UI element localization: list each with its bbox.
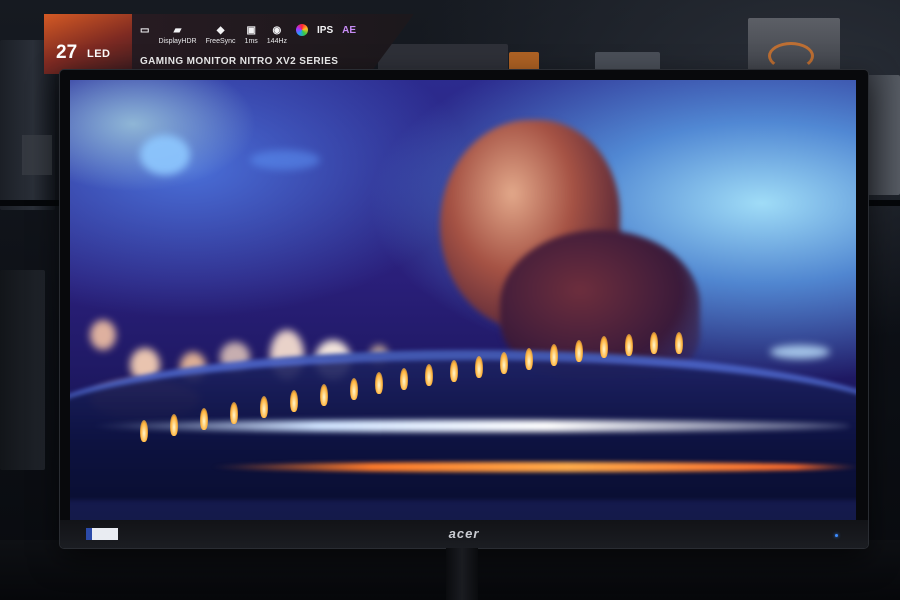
stage-orange-stripe bbox=[210, 462, 856, 472]
flame-light bbox=[290, 390, 298, 412]
flame-light bbox=[575, 340, 583, 362]
flame-light bbox=[425, 364, 433, 386]
monitor-stand bbox=[446, 548, 478, 600]
flame-light bbox=[375, 372, 383, 394]
displayhdr-icon: ▰ DisplayHDR bbox=[158, 25, 197, 45]
banner-led-label: LED bbox=[87, 48, 111, 60]
monitor-bezel: acer bbox=[60, 520, 868, 548]
box-label bbox=[22, 135, 52, 175]
ae-icon: AE bbox=[342, 25, 357, 36]
response-time-icon: ▣ 1ms bbox=[244, 25, 258, 45]
bokeh-light bbox=[140, 135, 190, 175]
flame-light bbox=[230, 402, 238, 424]
flame-light bbox=[450, 360, 458, 382]
power-led-icon bbox=[835, 534, 838, 537]
refresh-rate-icon: ◉ 144Hz bbox=[266, 25, 288, 45]
bokeh-light bbox=[250, 150, 320, 170]
flame-light bbox=[320, 384, 328, 406]
energy-badge bbox=[86, 528, 118, 540]
flame-light bbox=[400, 368, 408, 390]
banner-size: 27 bbox=[56, 42, 78, 63]
flame-light bbox=[600, 336, 608, 358]
flame-light bbox=[650, 332, 658, 354]
ryzen-logo-icon bbox=[768, 42, 814, 70]
brand-logo: acer bbox=[448, 526, 480, 541]
flame-light bbox=[675, 332, 683, 354]
display-icon: ▭ bbox=[140, 25, 150, 36]
flame-light bbox=[625, 334, 633, 356]
flame-light bbox=[475, 356, 483, 378]
pc-case-left bbox=[0, 270, 45, 470]
banner-size-block: 27 LED bbox=[44, 14, 132, 74]
flame-light bbox=[500, 352, 508, 374]
flame-light bbox=[200, 408, 208, 430]
freesync-icon: ◆ FreeSync bbox=[205, 25, 236, 45]
monitor: acer bbox=[60, 70, 868, 548]
bokeh-light bbox=[770, 345, 830, 359]
banner-caption: GAMING MONITOR NITRO XV2 SERIES bbox=[140, 56, 339, 67]
flame-light bbox=[140, 420, 148, 442]
flame-light bbox=[525, 348, 533, 370]
monitor-screen bbox=[70, 80, 856, 520]
bokeh-light bbox=[90, 320, 116, 350]
flame-light bbox=[550, 344, 558, 366]
promo-banner: 27 LED ▭ ▰ DisplayHDR ◆ FreeSync ▣ 1ms ◉ 144… bbox=[44, 14, 414, 74]
ryzen-box bbox=[748, 18, 840, 76]
store-scene: 27 LED ▭ ▰ DisplayHDR ◆ FreeSync ▣ 1ms ◉ 144… bbox=[0, 0, 900, 600]
flame-light bbox=[170, 414, 178, 436]
shelf-box-right bbox=[865, 75, 900, 195]
flame-light bbox=[260, 396, 268, 418]
color-wheel-icon bbox=[296, 24, 309, 46]
ips-icon: IPS bbox=[317, 25, 334, 36]
shelf-box-orange bbox=[509, 52, 539, 72]
banner-feature-icons: ▭ ▰ DisplayHDR ◆ FreeSync ▣ 1ms ◉ 144Hz IPS … bbox=[140, 24, 356, 46]
flame-light bbox=[350, 378, 358, 400]
